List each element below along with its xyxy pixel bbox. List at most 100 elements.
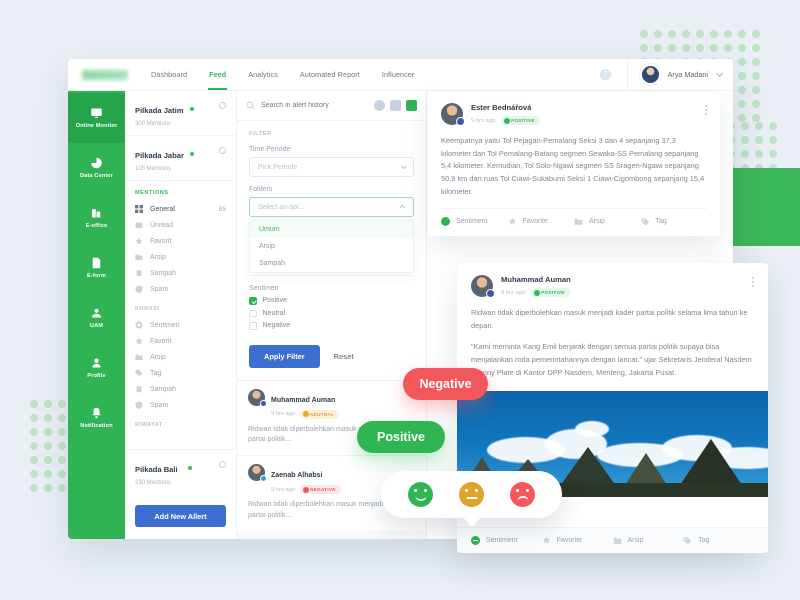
- check-circle-icon[interactable]: [374, 100, 385, 111]
- card-meta: 9 hrs ago POSITIVE: [471, 116, 540, 125]
- gear-icon[interactable]: [219, 461, 226, 468]
- sidebar-item-data-center[interactable]: Data Center: [68, 143, 125, 193]
- checkbox-negative[interactable]: Negative: [249, 322, 414, 330]
- time-period-select[interactable]: Pick Periode: [249, 157, 414, 177]
- nav-right-group: ? Arya Madani: [599, 59, 733, 90]
- menu-item-sampah[interactable]: Sampah: [125, 265, 236, 281]
- sidebar-item-uam[interactable]: UAM: [68, 293, 125, 343]
- menu-item-tag[interactable]: Tag: [125, 365, 236, 381]
- cloud: [575, 420, 609, 437]
- pill-negative[interactable]: Negative: [403, 368, 488, 400]
- menu-item-spam[interactable]: Spam: [125, 397, 236, 413]
- calendar-green-icon[interactable]: [406, 100, 417, 111]
- menu-item-arsip[interactable]: Arsip: [125, 349, 236, 365]
- dropdown-option-umum[interactable]: Umum: [250, 221, 413, 238]
- grid-icon: [135, 205, 143, 213]
- tab-feed[interactable]: Feed: [198, 59, 237, 90]
- action-favorite[interactable]: Favorite: [508, 217, 575, 226]
- person-icon: [92, 358, 101, 368]
- dropdown-option-sampah[interactable]: Sampah: [250, 255, 413, 272]
- checkbox-box[interactable]: [249, 322, 257, 330]
- author-name: Muhammad Auman: [501, 275, 571, 284]
- gear-icon[interactable]: [219, 102, 226, 109]
- filter-heading: FILTER: [249, 131, 272, 137]
- tab-automated-report[interactable]: Automated Report: [289, 59, 371, 90]
- avatar: [471, 275, 495, 298]
- add-new-alert-button[interactable]: Add New Allert: [135, 505, 226, 527]
- happy-face-icon[interactable]: [408, 482, 433, 507]
- menu-item-sentimen[interactable]: Sentimen: [125, 317, 236, 333]
- search-input[interactable]: [261, 102, 369, 109]
- folder-icon: [135, 254, 143, 260]
- twitter-icon: [260, 475, 267, 483]
- pill-positive[interactable]: Positive: [357, 421, 445, 453]
- folders-select[interactable]: Select an opt...: [249, 197, 414, 217]
- gear-icon[interactable]: [219, 147, 226, 154]
- apply-filter-button[interactable]: Apply Filter: [249, 344, 320, 368]
- brand-logo[interactable]: [82, 69, 128, 80]
- dropdown-option-arsip[interactable]: Arsip: [250, 238, 413, 255]
- dot: [752, 30, 760, 38]
- checkbox-box[interactable]: [249, 309, 257, 317]
- action-tag[interactable]: Tag: [641, 217, 708, 226]
- action-sentiment[interactable]: Sentiment: [471, 536, 542, 545]
- checkbox-box[interactable]: [249, 297, 257, 305]
- action-sentiment[interactable]: Sentiment: [441, 216, 508, 226]
- dot: [752, 44, 760, 52]
- menu-item-label: Tag: [150, 369, 162, 377]
- folder-icon: [574, 218, 583, 225]
- alert-item[interactable]: Pilkada Jatim 300 Mentions: [125, 91, 236, 136]
- card-header: Muhammad Auman 9 hrs ago POSITIVE: [471, 275, 754, 298]
- dot: [44, 484, 52, 492]
- decorative-dot-grid-left: [30, 400, 66, 492]
- building-icon: [92, 209, 101, 218]
- tab-influencer[interactable]: Influencer: [371, 59, 426, 90]
- sad-face-icon[interactable]: [510, 482, 535, 507]
- sidebar-item-profile[interactable]: Profile: [68, 343, 125, 393]
- menu-item-favorit[interactable]: Favorit: [125, 333, 236, 349]
- tab-dashboard[interactable]: Dashboard: [140, 59, 198, 90]
- menu-item-sampah[interactable]: Sampah: [125, 381, 236, 397]
- action-favorite[interactable]: Favorite: [542, 536, 613, 545]
- menu-item-label: Spam: [150, 401, 169, 409]
- dot: [30, 484, 38, 492]
- dot: [738, 100, 746, 108]
- action-label: Arsip: [589, 217, 605, 225]
- sidebar-item-e-office[interactable]: E-office: [68, 193, 125, 243]
- menu-item-favorit[interactable]: Favorit: [125, 233, 236, 249]
- action-tag[interactable]: Tag: [683, 536, 754, 545]
- menu-item-label: Favorit: [150, 337, 172, 345]
- dot: [738, 30, 746, 38]
- sidebar-item-online-monitor[interactable]: Online Monitor: [68, 93, 125, 143]
- menu-item-arsip[interactable]: Arsip: [125, 249, 236, 265]
- menu-item-general[interactable]: General 85: [125, 201, 236, 217]
- dot: [668, 44, 676, 52]
- neutral-face-icon[interactable]: [459, 482, 484, 507]
- time-period-value: Pick Periode: [258, 163, 298, 171]
- alerts-sidebar: Pilkada Jatim 300 Mentions Pilkada Jabar 10…: [125, 91, 237, 539]
- alert-item[interactable]: Pilkada Jabar 105 Mentions: [125, 136, 236, 181]
- author-name: Zaenab Alhabsi: [271, 472, 323, 480]
- more-options-icon[interactable]: [705, 105, 707, 115]
- checkbox-positive[interactable]: Positive: [249, 297, 414, 305]
- checkbox-neutral[interactable]: Neutral: [249, 309, 414, 317]
- menu-item-spam[interactable]: Spam: [125, 281, 236, 297]
- action-arsip[interactable]: Arsip: [613, 536, 684, 545]
- reset-filter-button[interactable]: Reset: [334, 352, 354, 361]
- sidebar-item-e-form[interactable]: E-form: [68, 243, 125, 293]
- dot: [738, 44, 746, 52]
- sentiment-picker-popup: [381, 471, 562, 518]
- tab-analytics[interactable]: Analytics: [237, 59, 289, 90]
- menu-item-unread[interactable]: Unread: [125, 217, 236, 233]
- help-icon[interactable]: ?: [599, 69, 611, 80]
- archive-icon[interactable]: [390, 100, 401, 111]
- more-options-icon[interactable]: [752, 277, 754, 287]
- user-menu[interactable]: Arya Madani: [626, 59, 733, 90]
- document-icon: [92, 257, 101, 269]
- dot: [752, 72, 760, 80]
- sidebar-item-notification[interactable]: Notification: [68, 393, 125, 443]
- decorative-green-block: [701, 168, 800, 246]
- alert-item-bottom[interactable]: Pilkada Bali 230 Mentions: [125, 450, 236, 494]
- action-arsip[interactable]: Arsip: [574, 217, 641, 226]
- menu-item-label: Arsip: [150, 253, 166, 261]
